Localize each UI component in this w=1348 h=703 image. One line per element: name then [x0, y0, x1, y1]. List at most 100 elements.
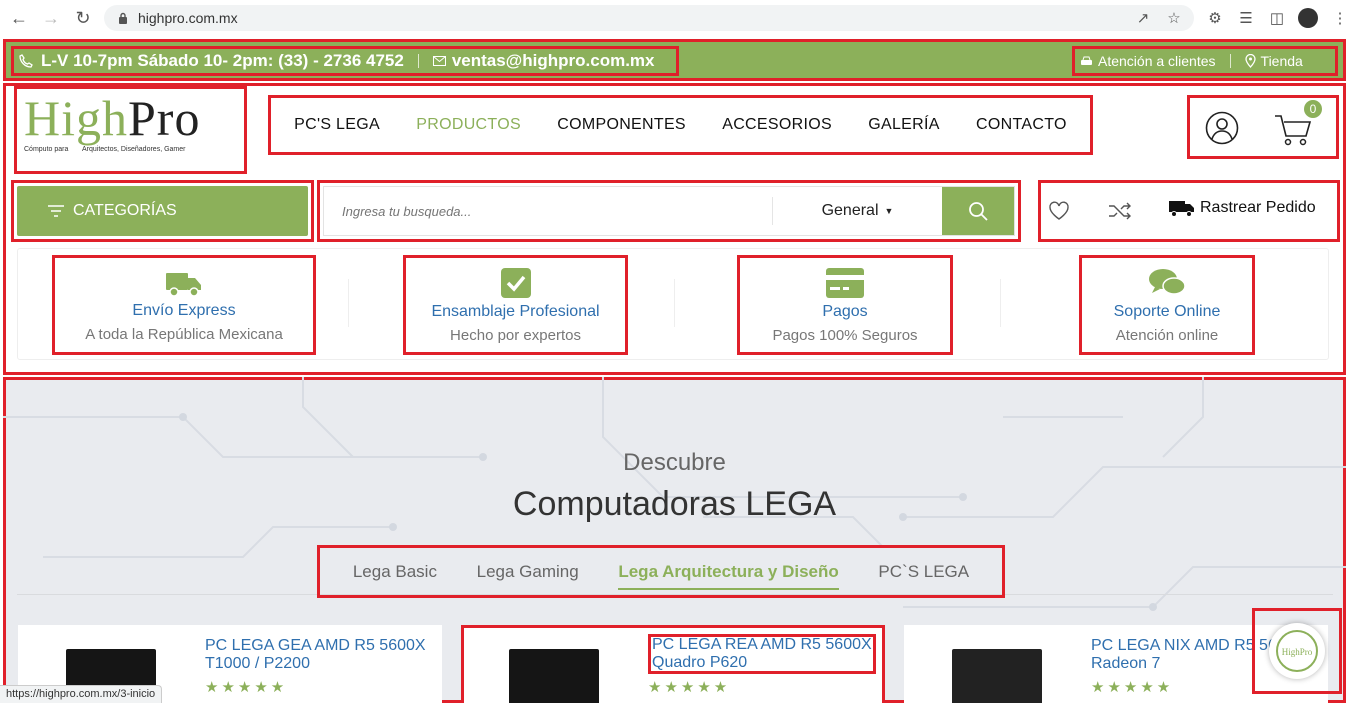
filter-lines-icon: [48, 205, 64, 217]
nav-accesorios[interactable]: ACCESORIOS: [722, 116, 832, 134]
feature-subtitle: Atención online: [1115, 326, 1219, 344]
rating-stars: ★★★★★: [1091, 679, 1174, 696]
product-tabs: Lega Basic Lega Gaming Lega Arquitectura…: [317, 545, 1005, 598]
chat-logo-icon: HighPro: [1276, 630, 1318, 672]
cart-icon[interactable]: [1273, 113, 1313, 147]
search-input[interactable]: [324, 187, 772, 235]
truck-icon: [166, 272, 201, 297]
product-name-line2[interactable]: Quadro P620: [652, 654, 747, 671]
chat-bubble[interactable]: HighPro: [1269, 623, 1325, 679]
product-name-line1[interactable]: PC LEGA GEA AMD R5 5600X: [205, 637, 426, 654]
track-order-label: Rastrear Pedido: [1200, 199, 1316, 216]
site-logo[interactable]: HighPro Cómputo para Arquitectos, Diseña…: [14, 86, 247, 174]
product-image[interactable]: [952, 649, 1042, 703]
divider: [348, 279, 349, 327]
header-tools: Rastrear Pedido: [1038, 180, 1340, 242]
feature-subtitle: Hecho por expertos: [450, 326, 581, 344]
feature-title: Pagos: [822, 302, 868, 320]
media-icon[interactable]: ☰: [1236, 8, 1256, 28]
search-bar: General ▼: [323, 186, 1015, 236]
search-icon: [969, 202, 988, 221]
search-scope-value: General: [821, 201, 879, 219]
hero-section: Descubre Computadoras LEGA Lega Basic Le…: [3, 377, 1346, 703]
nav-contacto[interactable]: CONTACTO: [976, 116, 1067, 134]
tab-lega-basic[interactable]: Lega Basic: [353, 562, 437, 582]
customer-service-link[interactable]: Atención a clientes: [1098, 53, 1216, 69]
divider: [1000, 279, 1001, 327]
topbar-links: Atención a clientes Tienda: [1072, 46, 1338, 76]
compare-shuffle-icon[interactable]: [1108, 202, 1132, 220]
product-card[interactable]: PC LEGA REA AMD R5 5600X Quadro P620 ★★★★…: [461, 625, 885, 703]
feature-title: Envío Express: [132, 301, 236, 319]
logo-high: High: [24, 90, 128, 146]
address-bar[interactable]: highpro.com.mx: [104, 5, 1194, 31]
product-name[interactable]: PC LEGA REA AMD R5 5600X Quadro P620: [648, 634, 876, 674]
product-image[interactable]: [509, 649, 599, 703]
product-name-line2[interactable]: Radeon 7: [1091, 655, 1160, 672]
logo-tagline-left: Cómputo para: [24, 146, 69, 153]
caret-down-icon: ▼: [884, 205, 894, 216]
browser-toolbar: ← → ↻ highpro.com.mx ↗ ☆ ⚙ ☰ ◫ ⋮: [0, 0, 1348, 36]
store-link[interactable]: Tienda: [1261, 53, 1303, 69]
car-icon: [1081, 56, 1092, 65]
feature-subtitle: Pagos 100% Seguros: [772, 326, 918, 344]
search-scope-select[interactable]: General ▼: [772, 196, 942, 226]
nav-galeria[interactable]: GALERÍA: [868, 116, 939, 134]
product-name[interactable]: PC LEGA GEA AMD R5 5600X T1000 / P2200: [205, 637, 435, 673]
rating-stars: ★★★★★: [205, 679, 288, 696]
chat-widget[interactable]: HighPro: [1252, 608, 1342, 694]
tab-lega-gaming[interactable]: Lega Gaming: [477, 562, 579, 582]
hero-title: Computadoras LEGA: [512, 485, 837, 523]
divider: [674, 279, 675, 327]
main-navigation: PC'S LEGA PRODUCTOS COMPONENTES ACCESORI…: [268, 95, 1093, 155]
feature-assembly: Ensamblaje Profesional Hecho por experto…: [403, 255, 628, 355]
email-link[interactable]: ventas@highpro.com.mx: [452, 51, 655, 71]
search-wrapper: General ▼: [317, 180, 1021, 242]
nav-componentes[interactable]: COMPONENTES: [557, 116, 686, 134]
delivery-truck-icon: [1169, 201, 1194, 217]
rating-stars: ★★★★★: [648, 679, 731, 696]
share-icon[interactable]: ↗: [1133, 8, 1153, 28]
feature-subtitle: A toda la República Mexicana: [85, 325, 283, 343]
hours-phone[interactable]: L-V 10-7pm Sábado 10- 2pm: (33) - 2736 4…: [41, 51, 404, 71]
back-icon[interactable]: ←: [8, 7, 30, 29]
contact-info: L-V 10-7pm Sábado 10- 2pm: (33) - 2736 4…: [11, 46, 679, 76]
track-order-link[interactable]: Rastrear Pedido: [1168, 198, 1316, 218]
wishlist-heart-icon[interactable]: [1048, 201, 1070, 221]
product-name-line1[interactable]: PC LEGA REA AMD R5 5600X: [652, 636, 872, 653]
tab-lega-arquitectura[interactable]: Lega Arquitectura y Diseño: [618, 562, 839, 590]
browser-status-url: https://highpro.com.mx/3-inicio: [0, 685, 163, 703]
sidepanel-icon[interactable]: ◫: [1267, 8, 1287, 28]
divider: [1229, 54, 1231, 68]
feature-title: Soporte Online: [1113, 302, 1221, 320]
svg-text:HighPro: HighPro: [1282, 647, 1313, 657]
nav-productos[interactable]: PRODUCTOS: [416, 116, 521, 134]
forward-icon[interactable]: →: [40, 7, 62, 29]
tab-pcs-lega[interactable]: PC`S LEGA: [878, 562, 969, 582]
user-account-icon[interactable]: [1205, 111, 1239, 145]
profile-avatar[interactable]: [1298, 8, 1318, 28]
search-button[interactable]: [942, 187, 1014, 235]
feature-shipping: Envío Express A toda la República Mexica…: [52, 255, 316, 355]
categories-wrapper: CATEGORÍAS: [11, 180, 314, 242]
reload-icon[interactable]: ↻: [72, 7, 94, 29]
address-url: highpro.com.mx: [138, 10, 238, 26]
site-header: HighPro Cómputo para Arquitectos, Diseña…: [3, 83, 1346, 375]
feature-support: Soporte Online Atención online: [1079, 255, 1255, 355]
user-cart-area: 0: [1187, 95, 1339, 159]
feature-payments: Pagos Pagos 100% Seguros: [737, 255, 953, 355]
features-strip: Envío Express A toda la República Mexica…: [17, 248, 1329, 360]
extensions-icon[interactable]: ⚙: [1205, 8, 1225, 28]
browser-menu-icon[interactable]: ⋮: [1330, 8, 1348, 28]
categories-label: CATEGORÍAS: [73, 202, 177, 219]
location-pin-icon: [1244, 54, 1256, 68]
logo-tagline-right: Arquitectos, Diseñadores, Gamer: [81, 146, 186, 153]
top-info-bar: L-V 10-7pm Sábado 10- 2pm: (33) - 2736 4…: [3, 39, 1346, 81]
categories-button[interactable]: CATEGORÍAS: [17, 186, 308, 236]
bookmark-star-icon[interactable]: ☆: [1164, 8, 1184, 28]
nav-pcs-lega[interactable]: PC'S LEGA: [294, 116, 380, 134]
product-name-line2[interactable]: T1000 / P2200: [205, 655, 310, 672]
product-name-line1[interactable]: PC LEGA NIX AMD R5 56: [1091, 637, 1277, 654]
logo-pro: Pro: [128, 90, 201, 146]
lock-icon: [119, 12, 127, 24]
